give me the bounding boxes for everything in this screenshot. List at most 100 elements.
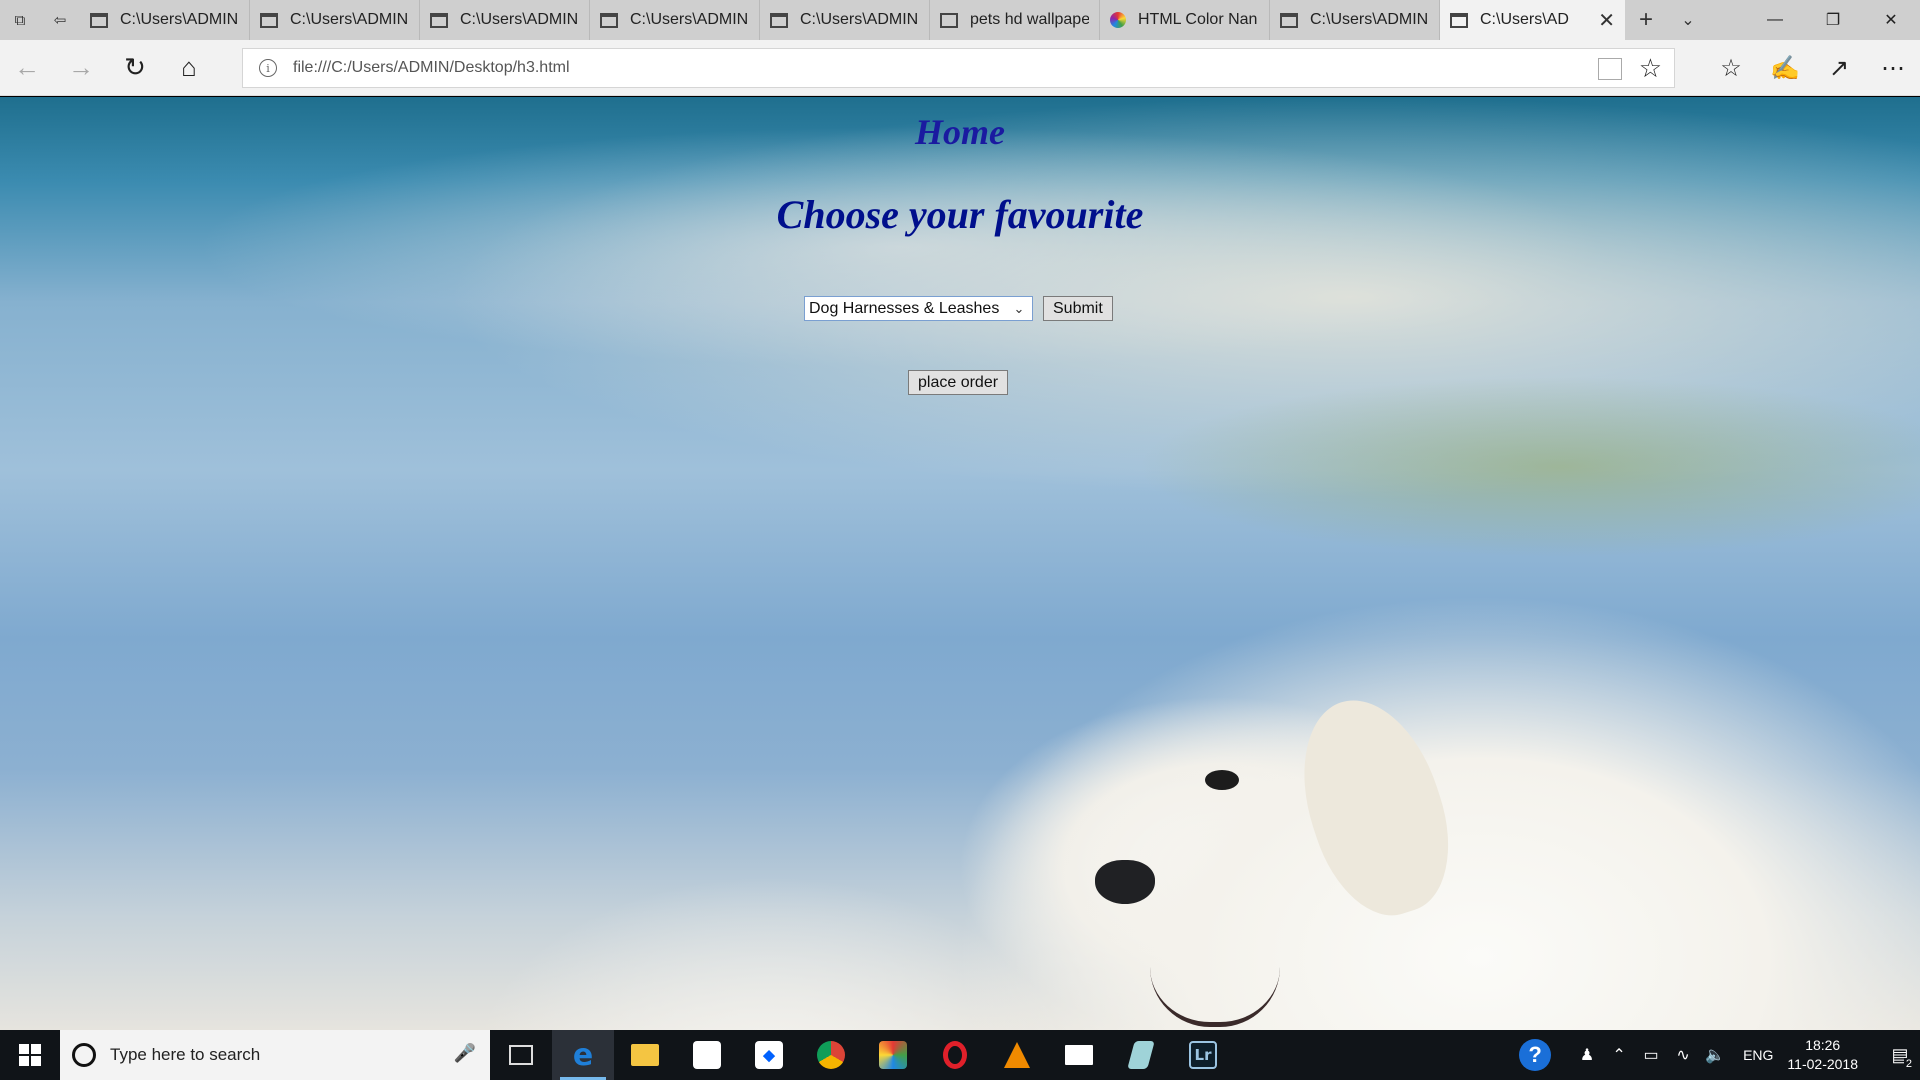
- window-controls: — ❐ ✕: [1746, 0, 1920, 40]
- vlc-button[interactable]: [986, 1030, 1048, 1080]
- mail-button[interactable]: [1048, 1030, 1110, 1080]
- product-select[interactable]: Dog Harnesses & Leashes ⌄: [804, 296, 1033, 321]
- tab-label: pets hd wallpape: [970, 11, 1089, 28]
- volume-icon[interactable]: 🔈: [1701, 1045, 1729, 1065]
- notification-count: 2: [1903, 1058, 1914, 1070]
- address-url[interactable]: file:///C:/Users/ADMIN/Desktop/h3.html: [293, 59, 570, 77]
- tab-5[interactable]: C:\Users\ADMIN: [760, 0, 930, 40]
- pencil-app-icon: [1127, 1041, 1155, 1069]
- tab-label: C:\Users\AD: [1480, 11, 1569, 28]
- opera-button[interactable]: [924, 1030, 986, 1080]
- color-wheel-icon: [1110, 12, 1126, 28]
- forward-icon[interactable]: →: [54, 40, 108, 96]
- tabs-aside-icon[interactable]: ⇦: [40, 0, 80, 40]
- lightroom-icon: Lr: [1189, 1041, 1217, 1069]
- tab-7[interactable]: HTML Color Nan: [1100, 0, 1270, 40]
- task-view-icon: [509, 1045, 533, 1065]
- page-icon: [940, 12, 958, 28]
- tab-8[interactable]: C:\Users\ADMIN: [1270, 0, 1440, 40]
- taskbar-search[interactable]: Type here to search 🎤: [60, 1030, 490, 1080]
- favorite-star-icon[interactable]: ☆: [1639, 53, 1662, 84]
- chrome-icon: [817, 1041, 845, 1069]
- dog-eye: [1205, 770, 1239, 790]
- tab-bar: ⧉ ⇦ C:\Users\ADMIN C:\Users\ADMIN C:\Use…: [0, 0, 1920, 40]
- page-icon: [260, 12, 278, 28]
- tab-1[interactable]: C:\Users\ADMIN: [80, 0, 250, 40]
- file-explorer-button[interactable]: [614, 1030, 676, 1080]
- store-button[interactable]: [676, 1030, 738, 1080]
- choose-heading: Choose your favourite: [776, 192, 1144, 237]
- notification-center-icon[interactable]: ▤ 2: [1880, 1030, 1920, 1080]
- chrome-button[interactable]: [800, 1030, 862, 1080]
- clock[interactable]: 18:26 11-02-2018: [1787, 1036, 1858, 1074]
- tab-set-aside-icon[interactable]: ⧉: [0, 0, 40, 40]
- favorites-hub-icon[interactable]: ☆: [1704, 40, 1758, 96]
- tab-label: C:\Users\ADMIN: [290, 11, 409, 28]
- clock-date: 11-02-2018: [1787, 1056, 1858, 1072]
- pen-icon[interactable]: ✍: [1758, 40, 1812, 96]
- help-icon[interactable]: ?: [1519, 1039, 1552, 1071]
- vlc-icon: [1004, 1042, 1030, 1068]
- chevron-down-icon[interactable]: ⌄: [1667, 0, 1709, 40]
- chevron-up-icon[interactable]: ⌃: [1605, 1045, 1633, 1065]
- people-icon[interactable]: ♟: [1573, 1045, 1601, 1065]
- taskbar: Type here to search 🎤 e ◆ Lr ? ♟ ⌃ ▭ ∿ 🔈…: [0, 1030, 1920, 1080]
- home-heading: Home: [915, 112, 1005, 152]
- close-tab-icon[interactable]: ✕: [1598, 8, 1615, 33]
- pencil-app-button[interactable]: [1110, 1030, 1172, 1080]
- start-button[interactable]: [0, 1030, 60, 1080]
- store-icon: [693, 1041, 721, 1069]
- task-view-button[interactable]: [490, 1030, 552, 1080]
- tab-label: C:\Users\ADMIN: [800, 11, 919, 28]
- paint-icon: [879, 1041, 907, 1069]
- paint-button[interactable]: [862, 1030, 924, 1080]
- minimize-icon[interactable]: —: [1746, 0, 1804, 40]
- more-icon[interactable]: ⋯: [1866, 40, 1920, 96]
- tab-label: C:\Users\ADMIN: [1310, 11, 1429, 28]
- page-icon: [600, 12, 618, 28]
- file-explorer-icon: [631, 1044, 659, 1066]
- tab-label: HTML Color Nan: [1138, 11, 1258, 28]
- language-indicator[interactable]: ENG: [1743, 1047, 1773, 1063]
- share-icon[interactable]: ↗: [1812, 40, 1866, 96]
- mail-icon: [1065, 1045, 1093, 1065]
- info-icon[interactable]: i: [259, 59, 277, 77]
- cortana-icon[interactable]: [72, 1043, 96, 1067]
- system-tray: ? ♟ ⌃ ▭ ∿ 🔈 ENG 18:26 11-02-2018 ▤ 2: [1519, 1030, 1920, 1080]
- tab-3[interactable]: C:\Users\ADMIN: [420, 0, 590, 40]
- tab-label: C:\Users\ADMIN: [630, 11, 749, 28]
- microphone-icon[interactable]: 🎤: [454, 1043, 476, 1064]
- refresh-icon[interactable]: ↻: [108, 40, 162, 96]
- edge-button[interactable]: e: [552, 1030, 614, 1080]
- product-form: Dog Harnesses & Leashes ⌄ Submit: [804, 296, 1113, 321]
- dog-mouth: [1150, 967, 1280, 1027]
- restore-icon[interactable]: ❐: [1804, 0, 1862, 40]
- page-icon: [90, 12, 108, 28]
- tab-label: C:\Users\ADMIN: [120, 11, 239, 28]
- lightroom-button[interactable]: Lr: [1172, 1030, 1234, 1080]
- tab-label: C:\Users\ADMIN: [460, 11, 579, 28]
- windows-logo-icon: [19, 1044, 41, 1066]
- tab-active[interactable]: C:\Users\AD ✕: [1440, 0, 1625, 40]
- navigation-bar: ← → ↻ ⌂ i file:///C:/Users/ADMIN/Desktop…: [0, 40, 1920, 96]
- dropbox-button[interactable]: ◆: [738, 1030, 800, 1080]
- new-tab-icon[interactable]: +: [1625, 0, 1667, 40]
- tab-6[interactable]: pets hd wallpape: [930, 0, 1100, 40]
- chevron-down-icon[interactable]: ⌄: [1008, 298, 1030, 319]
- submit-button[interactable]: Submit: [1043, 296, 1113, 321]
- address-bar[interactable]: i file:///C:/Users/ADMIN/Desktop/h3.html…: [242, 48, 1675, 88]
- home-icon[interactable]: ⌂: [162, 40, 216, 96]
- edge-icon: e: [572, 1037, 594, 1073]
- tab-4[interactable]: C:\Users\ADMIN: [590, 0, 760, 40]
- place-order-button[interactable]: place order: [908, 370, 1009, 395]
- back-icon[interactable]: ←: [0, 40, 54, 96]
- clock-time: 18:26: [1805, 1037, 1841, 1053]
- wifi-icon[interactable]: ∿: [1669, 1045, 1697, 1065]
- reading-view-icon[interactable]: [1598, 58, 1622, 80]
- page-icon: [1280, 12, 1298, 28]
- tab-2[interactable]: C:\Users\ADMIN: [250, 0, 420, 40]
- page-content: Home Choose your favourite Dog Harnesses…: [0, 97, 1920, 1030]
- close-window-icon[interactable]: ✕: [1862, 0, 1920, 40]
- battery-icon[interactable]: ▭: [1637, 1045, 1665, 1065]
- dog-nose: [1095, 860, 1155, 904]
